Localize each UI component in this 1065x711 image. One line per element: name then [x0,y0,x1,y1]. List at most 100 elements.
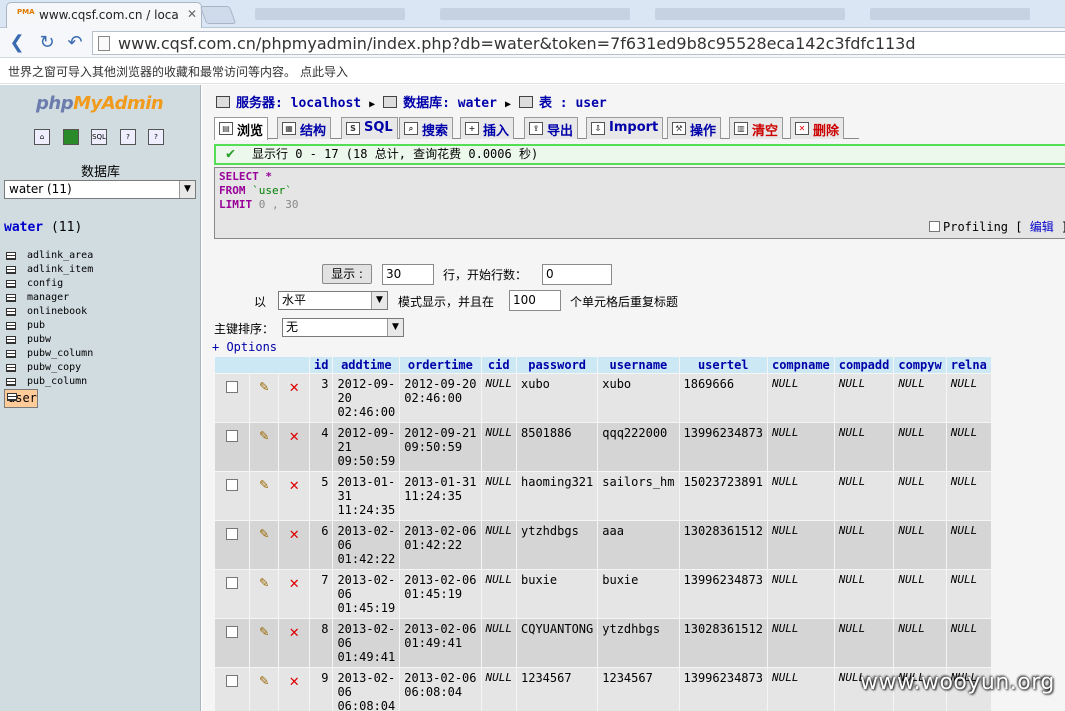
table-link[interactable]: config [27,278,63,289]
table-link[interactable]: adlink_item [27,264,93,275]
tab-sql[interactable]: S SQL [341,117,398,139]
repeat-headers-input[interactable]: 100 [509,290,561,311]
row-checkbox[interactable] [225,675,238,687]
table-icon[interactable] [6,252,16,260]
table-list-item[interactable]: adlink_item [4,263,196,277]
edit-icon[interactable]: ✎ [259,622,268,640]
table-list-item[interactable]: pub [4,319,196,333]
table-list-item[interactable]: manager [4,291,196,305]
blurred-tab[interactable] [870,8,1030,20]
table-list-item[interactable]: config [4,277,196,291]
back-icon[interactable]: ❮ [6,32,28,54]
crumb-server-link[interactable]: localhost [291,96,361,111]
edit-icon[interactable]: ✎ [259,475,268,493]
column-header[interactable]: ordertime [400,357,481,373]
rows-input[interactable]: 30 [382,264,434,285]
tab-empty[interactable]: ▥ 清空 [729,117,784,139]
edit-icon[interactable]: ✎ [259,671,268,689]
table-list-item[interactable]: pubw_column [4,347,196,361]
tab-import[interactable]: ⇩ Import [586,117,664,139]
tab-export[interactable]: ⇪ 导出 [524,117,579,139]
tab-browse[interactable]: ▤ 浏览 [214,117,269,140]
table-list-item[interactable]: pubw_copy [4,361,196,375]
row-checkbox[interactable] [225,577,238,589]
import-link[interactable]: 点此导入 [300,63,348,80]
column-header[interactable]: password [517,357,598,373]
tab-insert[interactable]: + 插入 [460,117,515,139]
table-icon[interactable] [6,280,16,288]
show-button[interactable]: 显示 : [322,264,372,284]
browser-tab[interactable]: PMA www.cqsf.com.cn / local ✕ [6,2,202,29]
table-link[interactable]: adlink_area [27,250,93,261]
tab-structure[interactable]: ▦ 结构 [277,117,332,139]
edit-icon[interactable]: ✎ [259,377,268,395]
column-header[interactable]: id [310,357,333,373]
table-link[interactable]: pub [27,320,45,331]
column-header[interactable]: cid [481,357,516,373]
table-list-item[interactable]: adlink_area [4,249,196,263]
table-link[interactable]: pubw_column [27,348,93,359]
edit-icon[interactable]: ✎ [259,524,268,542]
column-header[interactable]: username [598,357,679,373]
delete-icon[interactable]: ✕ [289,524,299,543]
column-header[interactable]: usertel [679,357,767,373]
help-icon[interactable]: ? [148,129,164,145]
table-icon[interactable] [6,364,16,372]
new-tab-button[interactable] [199,6,237,24]
edit-icon[interactable]: ✎ [259,426,268,444]
database-select[interactable]: water (11) ▼ [4,180,196,199]
table-list-item-selected[interactable]: user [4,389,38,408]
delete-icon[interactable]: ✕ [289,671,299,690]
tab-search[interactable]: ⌕ 搜索 [399,117,454,139]
sort-select[interactable]: 无 ▼ [282,318,404,337]
chevron-down-icon[interactable]: ▼ [387,319,403,336]
table-link[interactable]: pub_column [27,376,87,387]
blurred-tab[interactable] [255,8,405,20]
table-link[interactable]: manager [27,292,69,303]
table-icon[interactable] [6,294,16,302]
table-link[interactable]: pubw_copy [27,362,81,373]
table-link[interactable]: onlinebook [27,306,87,317]
start-row-input[interactable]: 0 [542,264,612,285]
docs-icon[interactable]: ? [120,129,136,145]
table-list-item[interactable]: pubw [4,333,196,347]
refresh-icon[interactable]: ↻ [36,32,58,54]
sql-query-icon[interactable]: SQL [91,129,107,145]
url-input[interactable]: www.cqsf.com.cn/phpmyadmin/index.php?db=… [92,31,1065,55]
undo-icon[interactable]: ↶ [64,32,86,54]
database-heading[interactable]: water (11) [4,220,82,235]
row-checkbox[interactable] [225,430,238,442]
database-name[interactable]: water [4,220,43,235]
chevron-down-icon[interactable]: ▼ [371,292,387,309]
column-header[interactable]: addtime [333,357,400,373]
column-header[interactable]: relna [946,357,991,373]
tab-drop[interactable]: ✕ 删除 [790,117,845,139]
delete-icon[interactable]: ✕ [289,622,299,641]
display-mode-select[interactable]: 水平 ▼ [278,291,388,310]
table-list-item[interactable]: onlinebook [4,305,196,319]
table-icon[interactable] [6,378,16,386]
delete-icon[interactable]: ✕ [289,573,299,592]
row-checkbox[interactable] [225,479,238,491]
home-icon[interactable]: ⌂ [34,129,50,145]
options-link[interactable]: + Options [212,340,277,354]
column-header[interactable]: compname [767,357,834,373]
row-checkbox[interactable] [225,626,238,638]
table-icon[interactable] [7,393,17,401]
phpmyadmin-logo[interactable]: phpMyAdmin [36,93,164,114]
table-icon[interactable] [6,308,16,316]
row-checkbox[interactable] [225,528,238,540]
delete-icon[interactable]: ✕ [289,377,299,396]
column-header[interactable]: compyw [894,357,946,373]
table-icon[interactable] [6,266,16,274]
delete-icon[interactable]: ✕ [289,475,299,494]
table-icon[interactable] [6,322,16,330]
crumb-db-link[interactable]: water [458,96,497,111]
table-list-item[interactable]: pub_column [4,375,196,389]
table-icon[interactable] [6,350,16,358]
tab-operations[interactable]: ⚒ 操作 [667,117,722,139]
delete-icon[interactable]: ✕ [289,426,299,445]
row-checkbox[interactable] [225,381,238,393]
blurred-tab[interactable] [655,8,845,20]
chevron-down-icon[interactable]: ▼ [179,181,195,198]
